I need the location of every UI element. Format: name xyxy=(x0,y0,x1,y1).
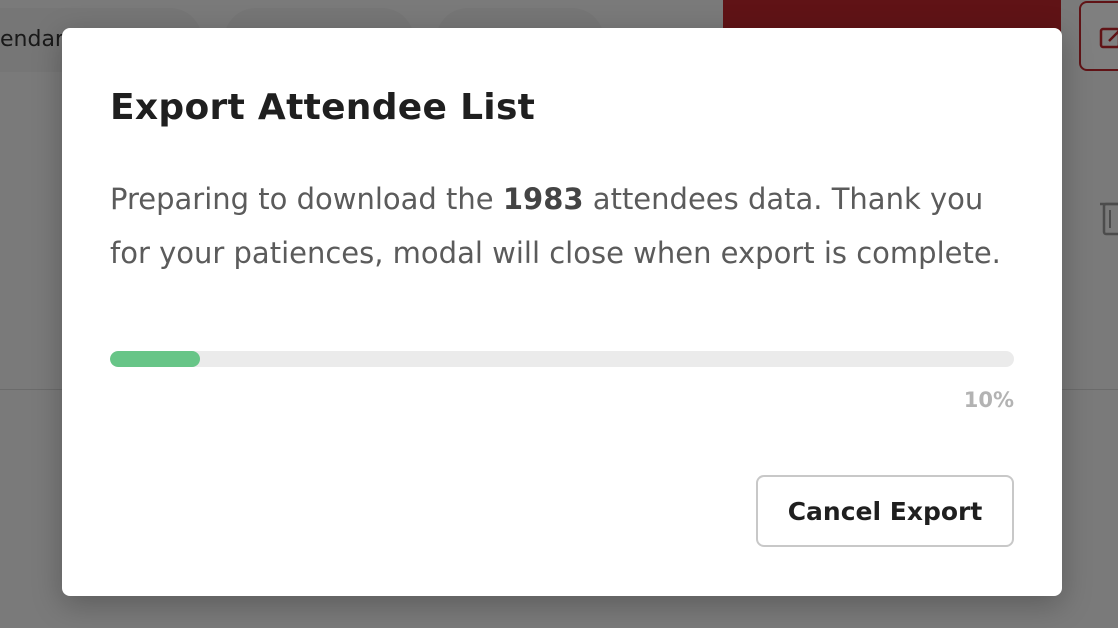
modal-message: Preparing to download the 1983 attendees… xyxy=(110,172,1016,280)
page: endar Export Attendee List Preparing to … xyxy=(0,0,1118,628)
progress-percent: 10% xyxy=(963,388,1014,412)
attendee-count: 1983 xyxy=(502,182,584,216)
cancel-export-button[interactable]: Cancel Export xyxy=(756,475,1014,547)
modal-title: Export Attendee List xyxy=(110,87,536,128)
export-modal: Export Attendee List Preparing to downlo… xyxy=(62,28,1062,596)
progress-bar xyxy=(110,351,1014,367)
message-text-before: Preparing to download the xyxy=(110,182,503,216)
progress-fill xyxy=(110,351,201,367)
